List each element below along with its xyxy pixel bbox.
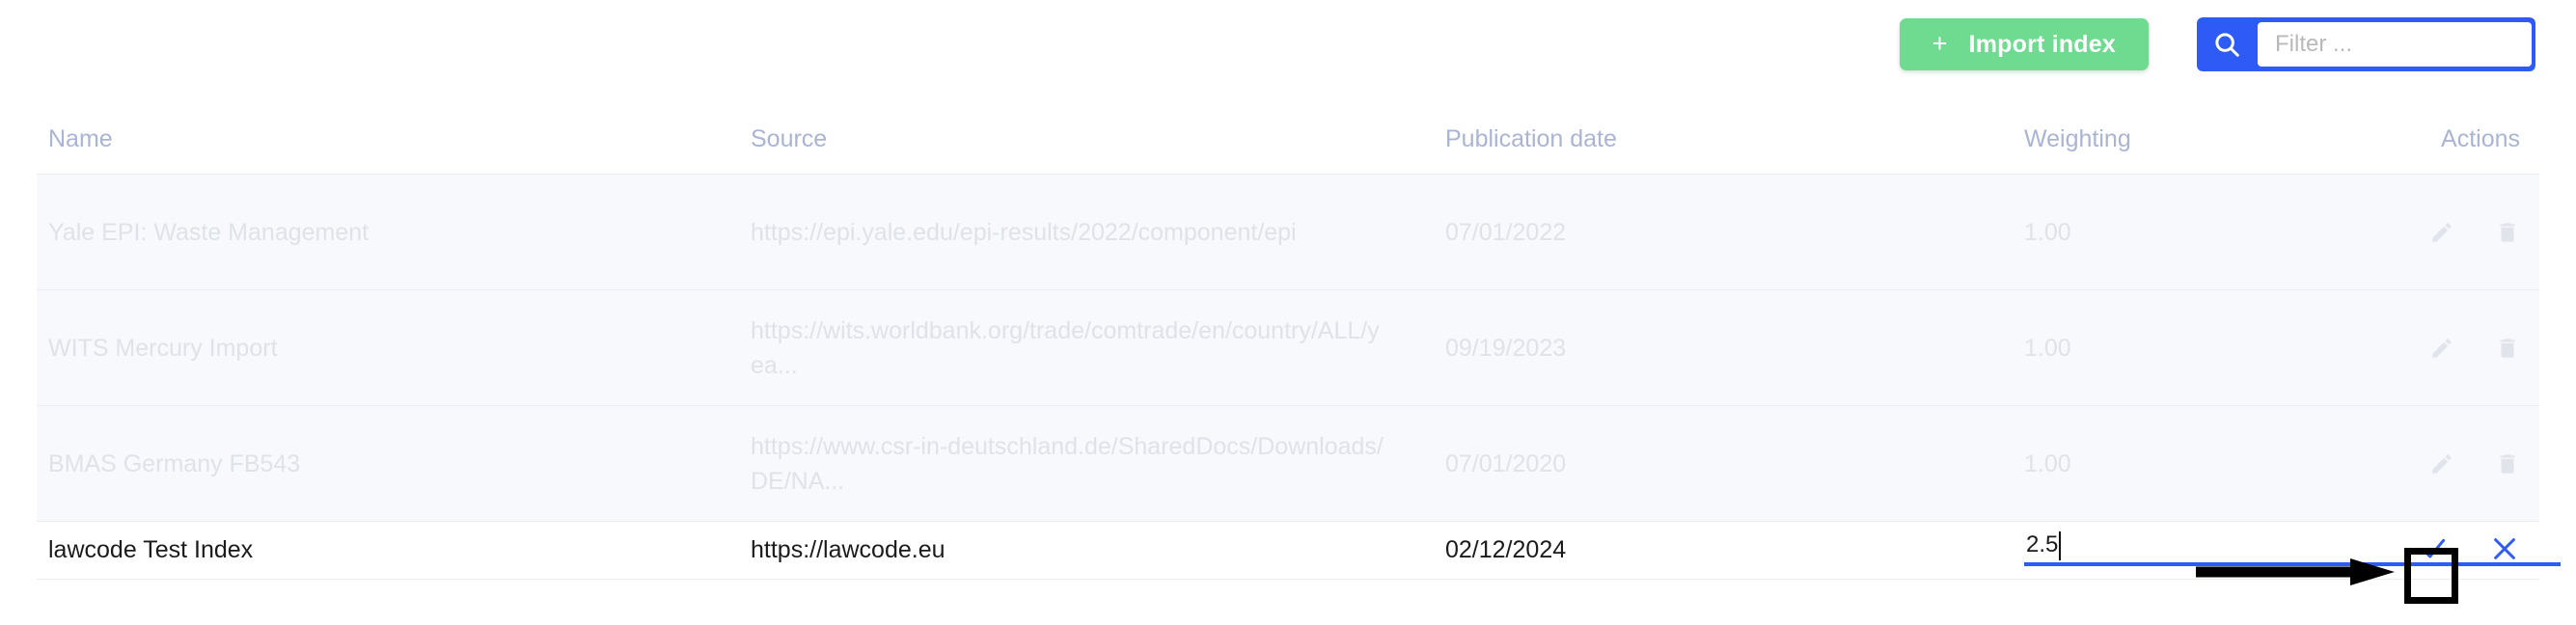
column-header-source[interactable]: Source xyxy=(751,125,1445,153)
table-bottom-divider xyxy=(37,579,2539,580)
cell-source: https://lawcode.eu xyxy=(751,536,945,563)
table-header-row: Name Source Publication date Weighting A… xyxy=(37,104,2539,174)
cell-date: 07/01/2020 xyxy=(1445,449,1567,477)
import-index-label: Import index xyxy=(1968,30,2116,58)
edit-icon[interactable] xyxy=(2425,332,2458,365)
weighting-edit-wrapper xyxy=(2024,529,2561,572)
cell-date: 07/01/2022 xyxy=(1445,218,1567,246)
edit-icon[interactable] xyxy=(2425,216,2458,249)
table-row-editing[interactable]: lawcode Test Index https://lawcode.eu 02… xyxy=(37,521,2561,579)
cell-name: lawcode Test Index xyxy=(48,536,254,563)
search-group xyxy=(2197,17,2535,71)
text-caret xyxy=(2059,530,2061,560)
cell-date: 02/12/2024 xyxy=(1445,536,1567,563)
filter-input[interactable] xyxy=(2257,21,2533,68)
table-row[interactable]: BMAS Germany FB543 https://www.csr-in-de… xyxy=(37,405,2539,521)
column-header-name[interactable]: Name xyxy=(37,125,751,153)
search-button[interactable] xyxy=(2197,17,2257,71)
delete-icon[interactable] xyxy=(2491,332,2524,365)
index-table: Name Source Publication date Weighting A… xyxy=(37,104,2561,580)
cell-actions xyxy=(2391,332,2539,365)
cell-weighting: 1.00 xyxy=(2024,449,2071,477)
edit-icon[interactable] xyxy=(2425,448,2458,480)
table-row[interactable]: Yale EPI: Waste Management https://epi.y… xyxy=(37,174,2539,289)
cell-date: 09/19/2023 xyxy=(1445,334,1567,362)
weighting-input[interactable] xyxy=(2024,529,2561,566)
cell-source: https://www.csr-in-deutschland.de/Shared… xyxy=(751,432,1384,495)
cell-weighting: 1.00 xyxy=(2024,218,2071,246)
plus-icon: + xyxy=(1932,28,1948,58)
cell-actions xyxy=(2391,216,2539,249)
search-icon xyxy=(2212,30,2241,59)
column-header-actions: Actions xyxy=(2441,124,2520,152)
delete-icon[interactable] xyxy=(2491,448,2524,480)
column-header-date[interactable]: Publication date xyxy=(1445,125,2024,153)
cell-name: WITS Mercury Import xyxy=(48,334,278,362)
cell-actions xyxy=(2391,448,2539,480)
cell-weighting-editor xyxy=(2024,529,2561,572)
cell-source: https://wits.worldbank.org/trade/comtrad… xyxy=(751,316,1380,379)
cell-name: Yale EPI: Waste Management xyxy=(48,218,370,246)
column-header-weighting[interactable]: Weighting xyxy=(2024,125,2391,153)
cell-name: BMAS Germany FB543 xyxy=(48,449,301,477)
import-index-button[interactable]: + Import index xyxy=(1899,18,2149,70)
delete-icon[interactable] xyxy=(2491,216,2524,249)
filter-input-wrapper xyxy=(2257,17,2535,71)
cell-weighting: 1.00 xyxy=(2024,334,2071,362)
cell-source: https://epi.yale.edu/epi-results/2022/co… xyxy=(751,218,1297,246)
table-row[interactable]: WITS Mercury Import https://wits.worldba… xyxy=(37,289,2539,405)
toolbar: + Import index xyxy=(0,0,2576,89)
